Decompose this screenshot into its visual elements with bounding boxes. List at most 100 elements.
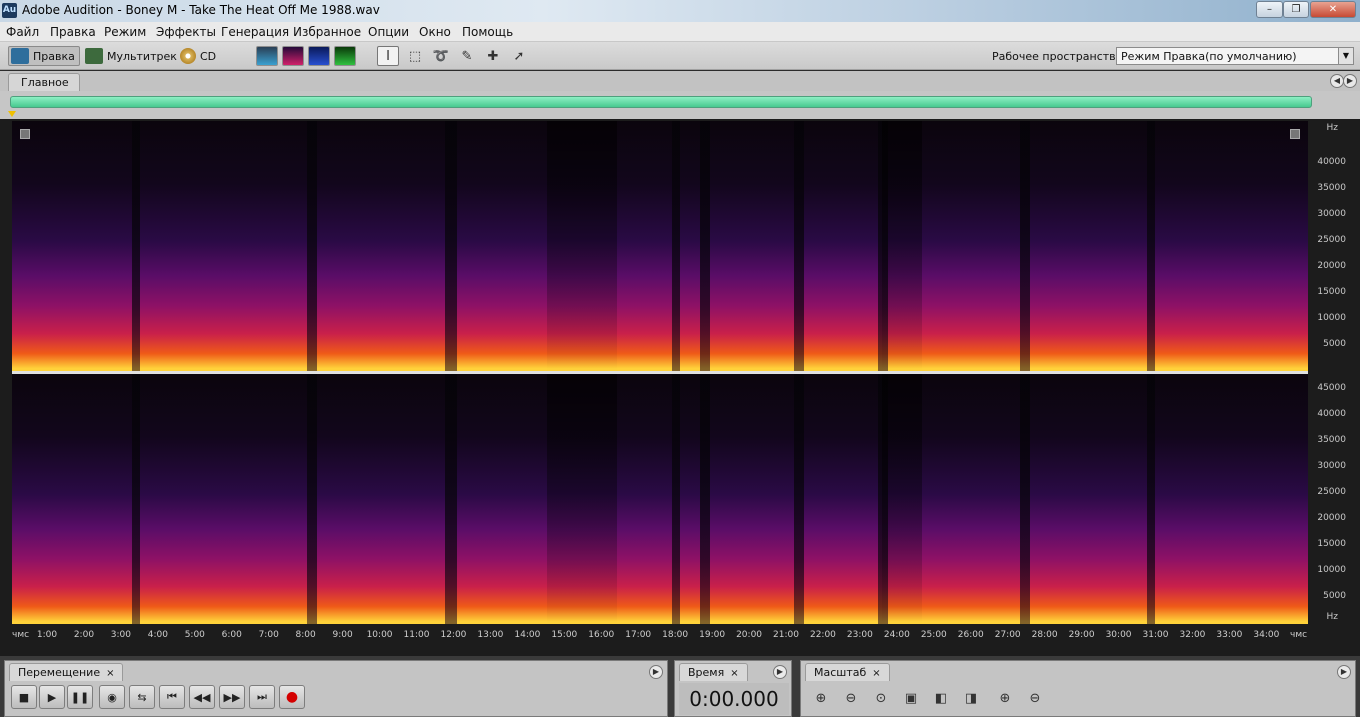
- close-icon[interactable]: ×: [106, 668, 114, 679]
- waveform-editor[interactable]: Hz 40000 35000 30000 25000 20000 15000 1…: [0, 119, 1360, 656]
- multitrack-view-button[interactable]: Мультитрек: [85, 46, 177, 66]
- zoom-tab[interactable]: Масштаб ×: [805, 663, 890, 681]
- silence-gap: [1020, 374, 1030, 624]
- channel-toggle-icon[interactable]: [1290, 129, 1300, 139]
- waveform-edit-icon: [11, 48, 29, 64]
- window-title: Adobe Audition - Boney M - Take The Heat…: [22, 3, 380, 17]
- hz-tick: 35000: [1317, 435, 1346, 445]
- zoom-right-edge-button[interactable]: ◨: [959, 687, 983, 709]
- zoom-out-vertical-icon: ⊖: [1029, 690, 1041, 706]
- menu-edit[interactable]: Правка: [50, 25, 96, 39]
- panel-menu-icon[interactable]: ▶: [773, 665, 787, 679]
- maximize-button[interactable]: ❐: [1283, 1, 1309, 18]
- time-selection-tool[interactable]: I: [377, 46, 399, 66]
- stop-button[interactable]: ■: [11, 685, 37, 709]
- workspace-select-value: Режим Правка(по умолчанию): [1121, 50, 1297, 63]
- zoom-panel: Масштаб × ▶ ⊕ ⊖ ⊙ ▣ ◧ ◨ ⊕ ⊖: [800, 660, 1356, 717]
- skip-back-icon: ⏮: [167, 690, 177, 703]
- time-tick: 16:00: [588, 630, 615, 640]
- pause-button[interactable]: ❚❚: [67, 685, 93, 709]
- main-panel-tab[interactable]: Главное: [8, 73, 80, 91]
- time-tick: 32:00: [1179, 630, 1206, 640]
- close-icon[interactable]: ×: [872, 668, 880, 679]
- rewind-icon: ◀◀: [193, 690, 211, 704]
- time-tick: 5:00: [184, 630, 205, 640]
- rewind-button[interactable]: ◀◀: [189, 685, 215, 709]
- time-tick: 30:00: [1105, 630, 1132, 640]
- hz-tick: 5000: [1323, 591, 1346, 601]
- time-tab[interactable]: Время ×: [679, 663, 748, 681]
- record-button[interactable]: ●: [279, 685, 305, 709]
- time-ruler[interactable]: чмс чмс 1:00 2:00 3:00 4:00 5:00 6:00 7:00 8:00…: [0, 626, 1360, 644]
- menu-view[interactable]: Режим: [104, 25, 146, 39]
- transport-tab[interactable]: Перемещение ×: [9, 663, 124, 681]
- menu-effects[interactable]: Эффекты: [156, 25, 216, 39]
- menu-help[interactable]: Помощь: [462, 25, 513, 39]
- pause-icon: ❚❚: [70, 690, 90, 704]
- brush-selection-tool[interactable]: ✎: [456, 46, 478, 66]
- zoom-out-amplitude-button[interactable]: ⊖: [839, 687, 863, 709]
- channel-toggle-icon[interactable]: [20, 129, 30, 139]
- spectral-shade: [882, 374, 922, 624]
- zoom-tab-label: Масштаб: [814, 666, 867, 679]
- zoom-selection-button[interactable]: ▣: [899, 687, 923, 709]
- hz-tick: 15000: [1317, 539, 1346, 549]
- time-unit-end: чмс: [1290, 630, 1308, 640]
- cd-view-button[interactable]: CD: [180, 46, 216, 66]
- time-tick: 19:00: [699, 630, 726, 640]
- multitrack-view-label: Мультитрек: [107, 49, 177, 63]
- hz-tick: 10000: [1317, 313, 1346, 323]
- zoom-in-amplitude-button[interactable]: ⊕: [809, 687, 833, 709]
- spectral-display-channel-1[interactable]: [12, 121, 1308, 371]
- spectral-display-channel-2[interactable]: [12, 374, 1308, 624]
- menu-options[interactable]: Опции: [368, 25, 409, 39]
- panel-menu-icon[interactable]: ▶: [1337, 665, 1351, 679]
- zoom-left-edge-button[interactable]: ◧: [929, 687, 953, 709]
- panel-menu-icon[interactable]: ◀: [1330, 74, 1344, 88]
- workspace-select[interactable]: Режим Правка(по умолчанию) ▼: [1116, 47, 1354, 65]
- time-tick: 13:00: [477, 630, 504, 640]
- close-icon[interactable]: ×: [730, 668, 738, 679]
- overview-zoom-bar[interactable]: [10, 96, 1312, 108]
- silence-gap: [1147, 374, 1155, 624]
- go-to-start-button[interactable]: ⏮: [159, 685, 185, 709]
- time-tick: 4:00: [147, 630, 168, 640]
- playhead-marker-icon[interactable]: [8, 111, 16, 117]
- spectral-frequency-display-button[interactable]: [282, 46, 304, 66]
- menu-generate[interactable]: Генерация: [221, 25, 289, 39]
- spot-healing-brush-tool[interactable]: ✚: [482, 46, 504, 66]
- silence-gap: [794, 374, 804, 624]
- menu-favorites[interactable]: Избранное: [293, 25, 361, 39]
- loop-button[interactable]: ⇆: [129, 685, 155, 709]
- menu-window[interactable]: Окно: [419, 25, 451, 39]
- fast-forward-button[interactable]: ▶▶: [219, 685, 245, 709]
- silence-gap: [700, 121, 710, 371]
- minimize-button[interactable]: –: [1256, 1, 1283, 18]
- spectral-phase-display-button[interactable]: [334, 46, 356, 66]
- panel-menu-icon[interactable]: ▶: [649, 665, 663, 679]
- zoom-out-vertical-button[interactable]: ⊖: [1023, 687, 1047, 709]
- menu-file[interactable]: Файл: [6, 25, 39, 39]
- title-bar: Au Adobe Audition - Boney M - Take The H…: [0, 0, 1360, 22]
- hz-tick: 35000: [1317, 183, 1346, 193]
- time-tick: 9:00: [332, 630, 353, 640]
- spectral-shade: [547, 374, 617, 624]
- panel-expand-icon[interactable]: ▶: [1343, 74, 1357, 88]
- edit-view-button[interactable]: Правка: [8, 46, 80, 66]
- move-tool[interactable]: ➚: [508, 46, 530, 66]
- hz-tick: 25000: [1317, 487, 1346, 497]
- go-to-end-button[interactable]: ⏭: [249, 685, 275, 709]
- waveform-display-button[interactable]: [256, 46, 278, 66]
- silence-gap: [307, 121, 317, 371]
- zoom-in-vertical-button[interactable]: ⊕: [993, 687, 1017, 709]
- bandage-icon: ✚: [487, 48, 499, 64]
- chevron-down-icon: ▼: [1338, 48, 1353, 64]
- zoom-out-full-button[interactable]: ⊙: [869, 687, 893, 709]
- play-from-cursor-button[interactable]: ◉: [99, 685, 125, 709]
- close-button[interactable]: ✕: [1310, 1, 1356, 18]
- lasso-selection-tool[interactable]: ➰: [430, 46, 452, 66]
- zoom-full-icon: ⊙: [875, 690, 887, 706]
- spectral-pan-display-button[interactable]: [308, 46, 330, 66]
- marquee-selection-tool[interactable]: ⬚: [404, 46, 426, 66]
- play-button[interactable]: ▶: [39, 685, 65, 709]
